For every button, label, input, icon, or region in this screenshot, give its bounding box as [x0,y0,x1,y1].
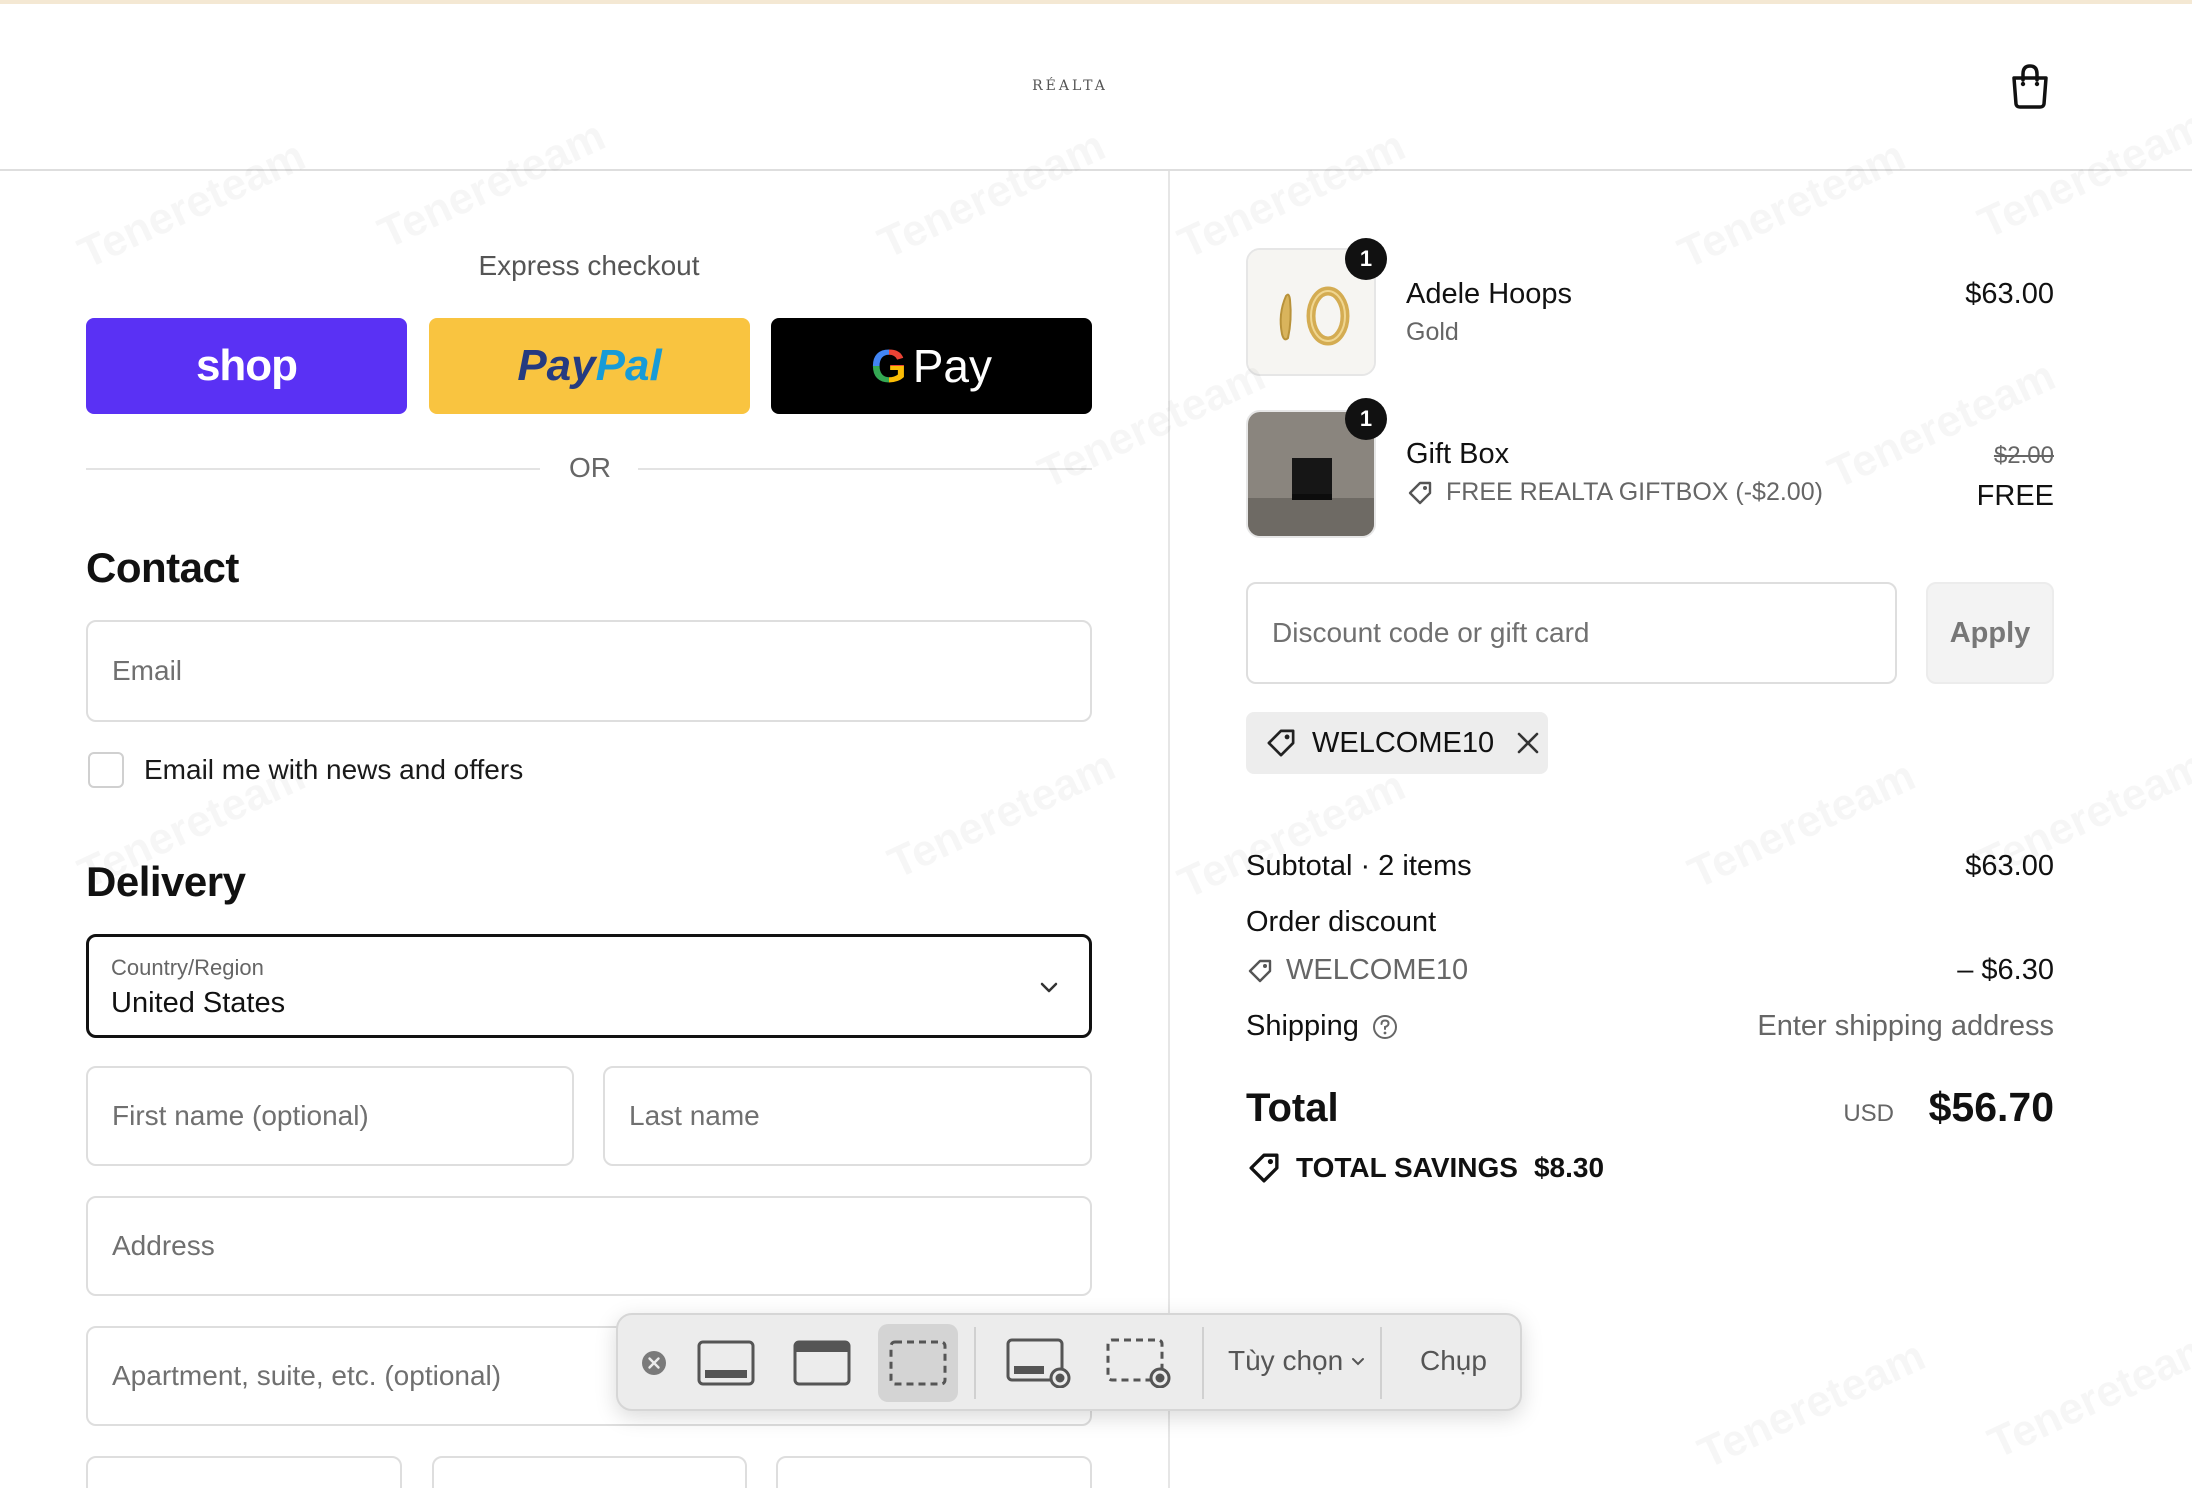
remove-discount-close-icon[interactable] [1514,729,1542,757]
or-divider-text: OR [569,452,611,483]
store-logo[interactable]: RÉALTA [1010,78,1130,94]
google-pay-button[interactable]: G Pay [771,318,1092,414]
total-value: $56.70 [1928,1084,2054,1130]
country-label: Country/Region [111,955,264,980]
watermark-text: Tenereteam [1171,761,1413,909]
applied-discount-chip: WELCOME10 [1246,712,1548,774]
applied-discount-code: WELCOME10 [1312,726,1495,759]
shop-pay-label: shop [195,341,298,390]
tag-icon [1248,959,1272,982]
tag-icon [1267,729,1295,757]
watermark-text: Tenereteam [1691,1331,1933,1479]
tag-icon [1408,481,1432,504]
toolbar-separator [1202,1327,1204,1399]
item-discount-line: FREE REALTA GIFTBOX (-$2.00) [1406,478,1823,507]
city-field[interactable] [86,1456,402,1488]
entire-screen-icon [697,1340,755,1386]
watermark-text: Tenereteam [1681,751,1923,899]
item-original-price: $2.00 [1993,442,2054,469]
last-name-field[interactable] [603,1066,1092,1166]
screenshot-toolbar: Tùy chọn Chụp [616,1313,1522,1411]
order-discount-value: – $6.30 [1957,954,2054,986]
delivery-title: Delivery [86,858,246,905]
paypal-label-part1: Pay [517,341,596,390]
paypal-label-part2: Pal [595,341,662,390]
address-field[interactable] [86,1196,1092,1296]
options-menu-button[interactable]: Tùy chọn [1228,1345,1367,1377]
record-selection-button[interactable] [1094,1324,1184,1402]
apply-discount-button[interactable]: Apply [1926,582,2054,684]
close-toolbar-button[interactable] [632,1324,676,1402]
item-name-gift-box: Gift Box [1406,438,1510,470]
chevron-down-icon [1352,1358,1365,1366]
paypal-button[interactable]: Pay Pal [429,318,750,414]
column-divider [1168,171,1170,1488]
quantity-badge: 1 [1345,398,1387,440]
subtotal-value: $63.00 [1965,850,2054,882]
toolbar-separator [974,1327,976,1399]
total-currency: USD [1843,1100,1894,1127]
order-discount-code: WELCOME10 [1286,954,1469,986]
record-selection-icon [1106,1338,1171,1388]
country-select[interactable]: Country/Region United States [86,934,1092,1038]
item-variant: Gold [1406,318,1459,346]
shopping-bag-icon[interactable] [2008,62,2052,110]
google-g-icon: G [870,340,907,392]
item-price: $63.00 [1965,278,2054,310]
record-screen-icon [1006,1338,1071,1388]
shipping-label: Shipping [1246,1010,1359,1042]
total-savings-value: $8.30 [1533,1152,1605,1183]
country-value: United States [111,987,286,1019]
capture-window-button[interactable] [782,1324,862,1402]
last-name-input[interactable] [629,1100,1090,1132]
first-name-field[interactable] [86,1066,574,1166]
address-input[interactable] [112,1230,1090,1262]
state-field[interactable] [432,1456,747,1488]
first-name-input[interactable] [112,1100,572,1132]
or-divider-left [86,468,540,470]
discount-code-field[interactable] [1246,582,1897,684]
chevron-down-icon [1040,982,1058,993]
options-label: Tùy chọn [1228,1345,1344,1376]
window-icon [793,1340,851,1386]
shop-pay-button[interactable]: shop [86,318,407,414]
contact-title: Contact [86,544,239,591]
record-screen-button[interactable] [994,1324,1084,1402]
discount-code-input[interactable] [1272,617,1895,649]
order-discount-label: Order discount [1246,906,1437,938]
total-label: Total [1246,1086,1339,1130]
email-input[interactable] [112,655,1090,687]
zip-field[interactable] [776,1456,1092,1488]
shipping-value: Enter shipping address [1757,1010,2054,1042]
capture-button[interactable]: Chụp [1420,1345,1487,1377]
total-savings-label: TOTAL SAVINGS [1296,1152,1518,1183]
watermark-text: Tenereteam [881,741,1123,889]
google-pay-label: Pay [912,340,993,392]
savings-tag-icon [1249,1153,1279,1183]
total-savings-line: TOTAL SAVINGS $8.30 [1246,1150,1604,1186]
item-discount-label: FREE REALTA GIFTBOX (-$2.00) [1446,478,1823,506]
watermark-text: Tenereteam [1821,351,2063,499]
capture-entire-screen-button[interactable] [686,1324,766,1402]
toolbar-separator [1380,1327,1382,1399]
order-discount-code-line: WELCOME10 [1246,954,1468,987]
subtotal-label: Subtotal · 2 items [1246,850,1472,882]
email-field[interactable] [86,620,1092,722]
item-price: FREE [1976,480,2054,512]
close-circle-icon [642,1351,666,1375]
checkout-header: RÉALTA [0,4,2192,171]
newsletter-label: Email me with news and offers [144,754,524,785]
newsletter-checkbox[interactable] [88,752,124,788]
selection-icon [889,1340,947,1386]
item-name-adele-hoops: Adele Hoops [1406,278,1573,310]
watermark-text: Tenereteam [1981,1321,2192,1469]
quantity-badge: 1 [1345,238,1387,280]
or-divider-right [638,468,1092,470]
capture-selection-button[interactable] [878,1324,958,1402]
help-circle-icon[interactable] [1371,1013,1399,1041]
shipping-line: Shipping [1246,1010,1399,1043]
express-checkout-title: Express checkout [478,250,700,281]
